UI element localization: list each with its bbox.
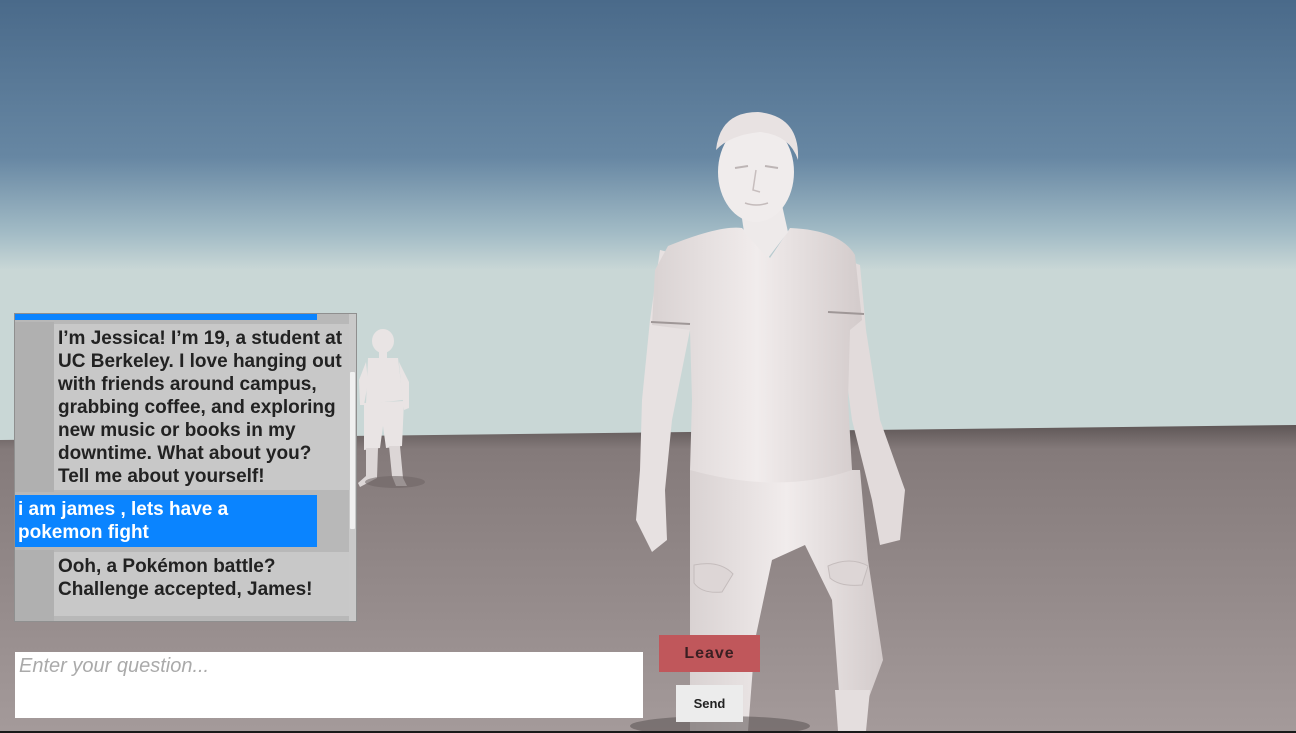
send-button[interactable]: Send (676, 685, 743, 722)
chat-panel[interactable]: I’m Jessica! I’m 19, a student at UC Ber… (14, 313, 357, 622)
message-text: Ooh, a Pokémon battle? Challenge accepte… (58, 556, 313, 600)
assistant-gutter (15, 550, 54, 621)
chat-message-user (15, 314, 317, 320)
chat-scrollbar[interactable] (349, 314, 356, 621)
question-input[interactable] (15, 652, 643, 718)
leave-button[interactable]: Leave (659, 635, 760, 672)
assistant-gutter (15, 322, 54, 492)
distant-shadow (365, 476, 425, 488)
chat-message-assistant: I’m Jessica! I’m 19, a student at UC Ber… (54, 324, 350, 490)
chat-scrollbar-thumb[interactable] (350, 372, 355, 529)
chat-scroll-area[interactable]: I’m Jessica! I’m 19, a student at UC Ber… (15, 314, 351, 621)
chat-message-assistant: Ooh, a Pokémon battle? Challenge accepte… (54, 552, 350, 616)
message-text: i am james , lets have a pokemon fight (18, 499, 229, 543)
chat-message-user: i am james , lets have a pokemon fight (15, 495, 317, 547)
message-text: I’m Jessica! I’m 19, a student at UC Ber… (58, 328, 343, 487)
